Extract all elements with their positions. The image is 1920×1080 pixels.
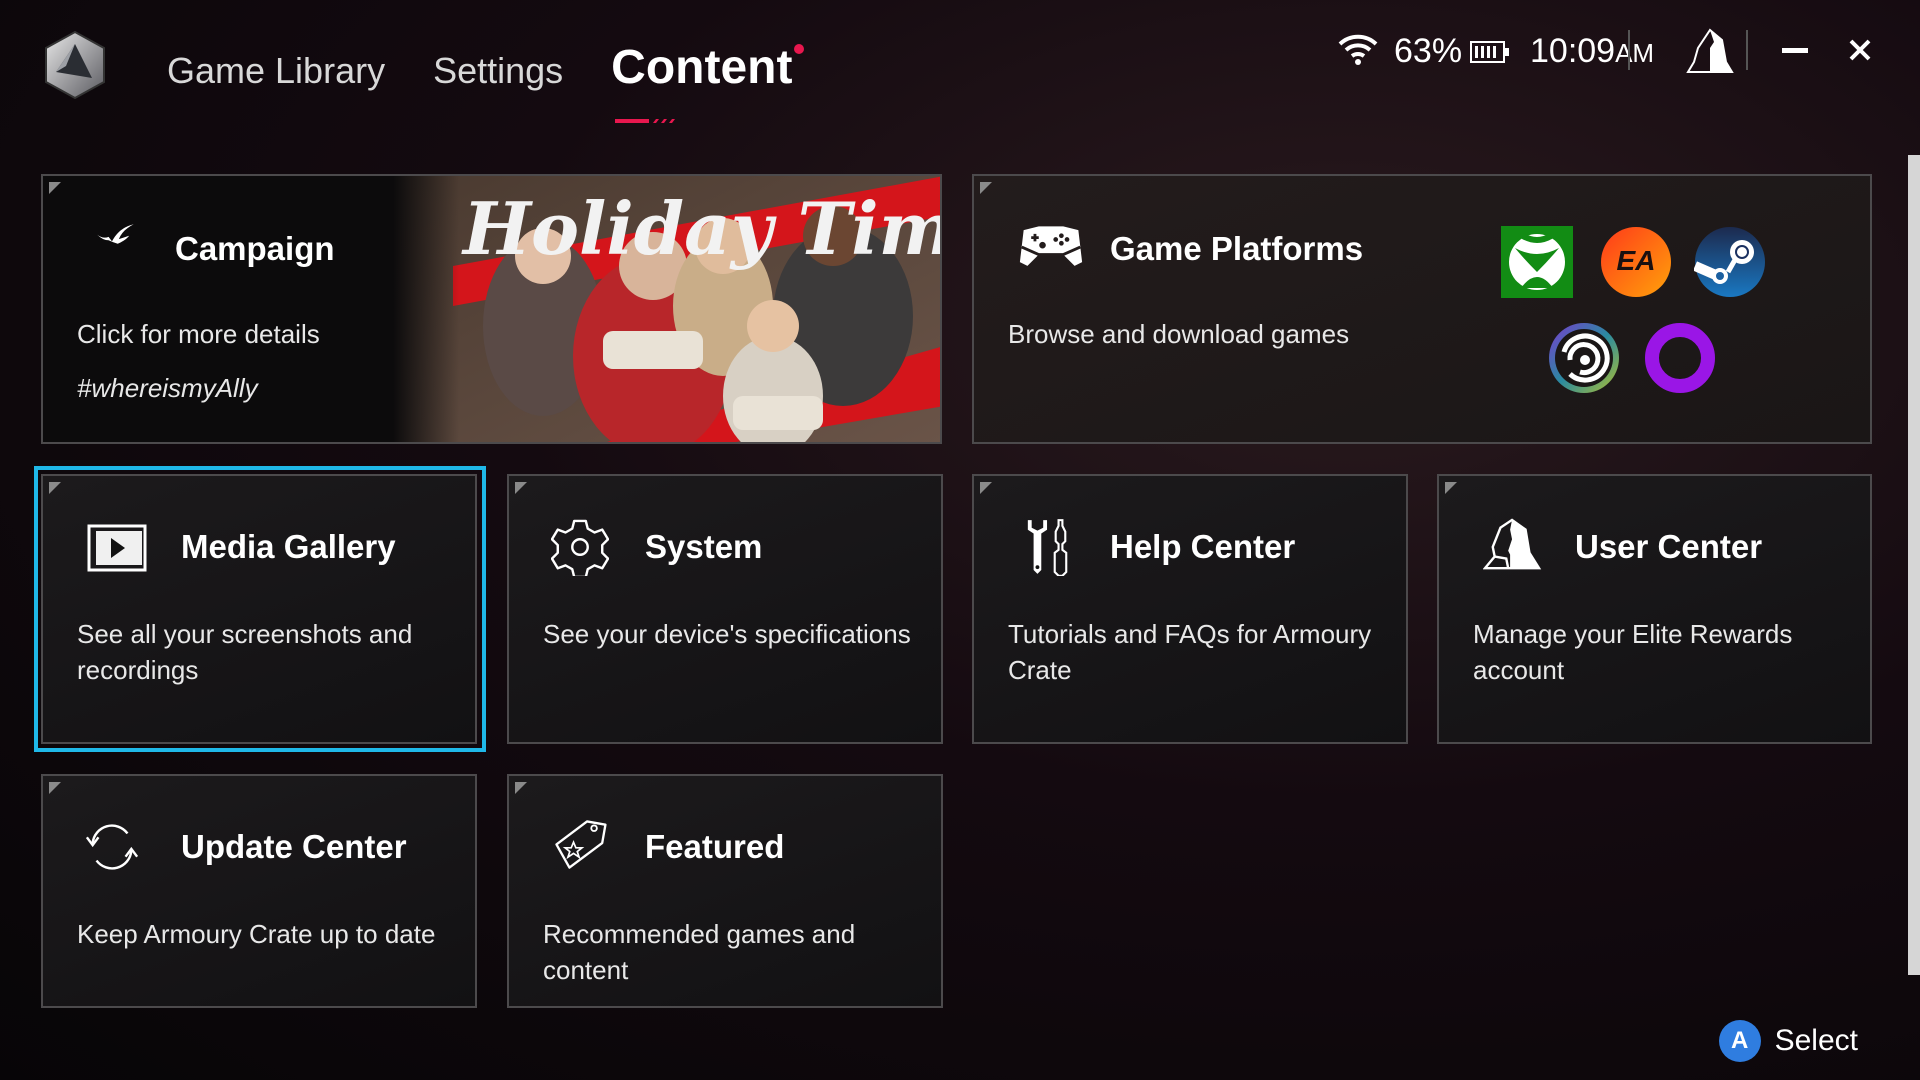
user-center-title: User Center <box>1575 528 1763 565</box>
campaign-title: Campaign <box>175 230 335 267</box>
ubisoft-logo-icon[interactable] <box>1548 322 1620 394</box>
gog-galaxy-logo-icon[interactable] <box>1644 322 1716 394</box>
update-center-desc: Keep Armoury Crate up to date <box>77 919 436 949</box>
media-gallery-icon <box>87 524 147 572</box>
header: Game Library Settings Content 63% 10:09A… <box>0 0 1920 130</box>
steam-logo-icon[interactable] <box>1694 226 1766 298</box>
corner-marker <box>980 482 992 494</box>
game-platforms-card[interactable]: Game Platforms Browse and download games… <box>972 174 1872 444</box>
minimize-button[interactable] <box>1782 48 1808 53</box>
clock-time: 10:09 <box>1530 32 1616 70</box>
clock: 10:09AM <box>1530 32 1654 71</box>
wifi-icon <box>1338 34 1378 65</box>
ea-logo-icon[interactable]: EA <box>1600 226 1672 298</box>
media-gallery-card[interactable]: Media Gallery See all your screenshots a… <box>41 474 477 744</box>
svg-text:EA: EA <box>1617 245 1656 276</box>
user-center-icon <box>1483 518 1542 570</box>
corner-marker <box>49 482 61 494</box>
help-center-desc: Tutorials and FAQs for Armoury Crate <box>1008 619 1372 685</box>
clock-ampm: AM <box>1615 38 1655 68</box>
user-icon[interactable] <box>1686 28 1734 74</box>
update-center-card[interactable]: Update Center Keep Armoury Crate up to d… <box>41 774 477 1008</box>
notification-dot <box>794 44 805 54</box>
corner-marker <box>49 182 61 194</box>
media-gallery-title: Media Gallery <box>181 528 396 565</box>
corner-marker <box>49 782 61 794</box>
corner-marker <box>1445 482 1457 494</box>
help-center-title: Help Center <box>1110 528 1296 565</box>
status-divider <box>1746 30 1748 70</box>
tab-game-library[interactable]: Game Library <box>167 50 385 92</box>
system-card[interactable]: System See your device's specifications <box>507 474 943 744</box>
game-platforms-title: Game Platforms <box>1110 230 1364 267</box>
battery-icon <box>1470 41 1509 63</box>
system-desc: See your device's specifications <box>543 619 911 649</box>
tab-content[interactable]: Content <box>611 40 805 123</box>
status-divider <box>1628 30 1630 70</box>
scrollbar[interactable] <box>1908 155 1920 975</box>
rog-logo-icon <box>97 224 134 244</box>
corner-marker <box>515 782 527 794</box>
tab-content-label: Content <box>611 41 793 94</box>
featured-title: Featured <box>645 828 785 865</box>
footer-hint: A Select <box>1718 1020 1858 1062</box>
armoury-crate-logo <box>45 30 105 100</box>
campaign-hashtag: #whereismyAlly <box>77 373 258 403</box>
main-nav: Game Library Settings Content <box>167 40 840 123</box>
update-center-title: Update Center <box>181 828 407 865</box>
tag-star-icon <box>555 820 607 869</box>
campaign-card[interactable]: Holiday Time Campaign Click for more det… <box>41 174 942 444</box>
xbox-logo-icon[interactable] <box>1501 226 1573 298</box>
user-center-card[interactable]: User Center Manage your Elite Rewards ac… <box>1437 474 1872 744</box>
active-tab-indicator <box>615 119 676 123</box>
featured-desc: Recommended games and content <box>543 919 856 985</box>
corner-marker <box>980 182 992 194</box>
campaign-banner-image: Holiday Time <box>393 176 940 442</box>
battery-percent: 63% <box>1394 32 1463 70</box>
refresh-icon <box>85 824 139 870</box>
gamepad-icon <box>1019 226 1083 266</box>
media-gallery-desc: See all your screenshots and recordings <box>77 619 413 685</box>
a-button-icon: A <box>1718 1020 1761 1062</box>
gear-icon <box>551 519 609 576</box>
tab-settings[interactable]: Settings <box>433 50 563 92</box>
close-icon[interactable] <box>1848 38 1872 62</box>
game-platforms-desc: Browse and download games <box>1008 319 1350 349</box>
select-label: Select <box>1774 1024 1858 1057</box>
featured-card[interactable]: Featured Recommended games and content <box>507 774 943 1008</box>
user-center-desc: Manage your Elite Rewards account <box>1473 619 1793 685</box>
campaign-desc: Click for more details <box>77 319 320 349</box>
corner-marker <box>515 482 527 494</box>
tools-icon <box>1027 519 1068 576</box>
system-title: System <box>645 528 763 565</box>
help-center-card[interactable]: Help Center Tutorials and FAQs for Armou… <box>972 474 1408 744</box>
